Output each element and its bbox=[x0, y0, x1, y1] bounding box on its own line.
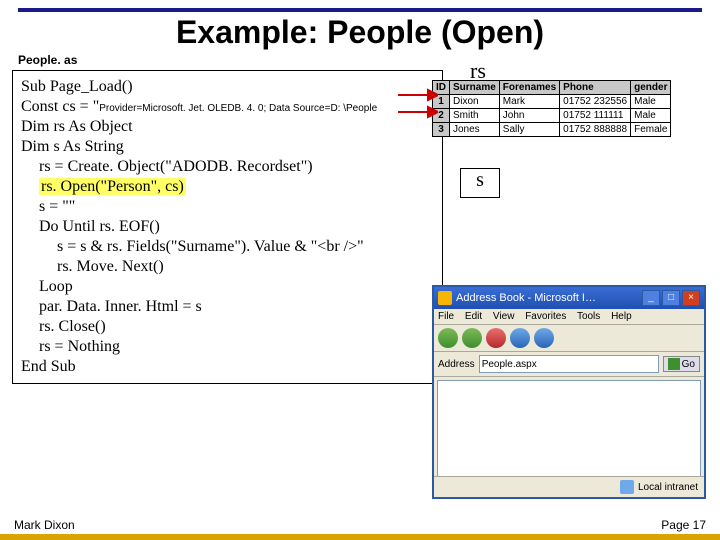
refresh-button[interactable] bbox=[510, 328, 530, 348]
th-gender: gender bbox=[631, 81, 671, 95]
address-input[interactable] bbox=[479, 355, 659, 373]
code-line: rs = Nothing bbox=[21, 337, 436, 357]
address-label: Address bbox=[438, 359, 475, 370]
code-box: Sub Page_Load() Const cs = "Provider=Mic… bbox=[12, 70, 443, 384]
zone-icon bbox=[620, 480, 634, 494]
address-bar-row: Address Go bbox=[434, 352, 704, 377]
code-line: Const cs = "Provider=Microsoft. Jet. OLE… bbox=[21, 97, 436, 117]
code-line: rs = Create. Object("ADODB. Recordset") bbox=[21, 157, 436, 177]
status-text: Local intranet bbox=[638, 482, 698, 493]
code-line: par. Data. Inner. Html = s bbox=[21, 297, 436, 317]
data-table: ID Surname Forenames Phone gender 1Dixon… bbox=[432, 80, 671, 137]
browser-menu[interactable]: File Edit View Favorites Tools Help bbox=[434, 309, 704, 325]
code-line: Loop bbox=[21, 277, 436, 297]
browser-window: Address Book - Microsoft I… _ □ × File E… bbox=[432, 285, 706, 499]
code-line: End Sub bbox=[21, 357, 436, 377]
arrow-icon bbox=[398, 88, 438, 102]
arrow-icon bbox=[398, 105, 438, 119]
table-row: 1DixonMark01752 232556Male bbox=[433, 95, 671, 109]
menu-file[interactable]: File bbox=[438, 311, 454, 322]
maximize-button[interactable]: □ bbox=[662, 290, 680, 306]
book-icon bbox=[438, 291, 452, 305]
menu-tools[interactable]: Tools bbox=[577, 311, 600, 322]
th-phone: Phone bbox=[560, 81, 631, 95]
back-button[interactable] bbox=[438, 328, 458, 348]
slide: Example: People (Open) People. aspx Sub … bbox=[0, 0, 720, 540]
browser-statusbar: Local intranet bbox=[434, 476, 704, 497]
table-row: 3JonesSally01752 888888Female bbox=[433, 123, 671, 137]
forward-button[interactable] bbox=[462, 328, 482, 348]
code-line: Do Until rs. EOF() bbox=[21, 217, 436, 237]
browser-titlebar: Address Book - Microsoft I… _ □ × bbox=[434, 287, 704, 309]
top-divider bbox=[18, 8, 702, 12]
code-line: Dim s As String bbox=[21, 137, 436, 157]
code-line: s = "" bbox=[21, 197, 436, 217]
go-button[interactable]: Go bbox=[663, 356, 700, 372]
s-label: s bbox=[460, 168, 500, 198]
browser-toolbar bbox=[434, 325, 704, 352]
code-line: rs. Open("Person", cs) bbox=[21, 177, 436, 197]
code-line: s = s & rs. Fields("Surname"). Value & "… bbox=[21, 237, 436, 257]
footer-author: Mark Dixon bbox=[14, 518, 75, 532]
footer-page: Page 17 bbox=[661, 518, 706, 532]
window-title: Address Book - Microsoft I… bbox=[456, 292, 596, 304]
menu-edit[interactable]: Edit bbox=[465, 311, 482, 322]
code-line: Sub Page_Load() bbox=[21, 77, 436, 97]
minimize-button[interactable]: _ bbox=[642, 290, 660, 306]
close-button[interactable]: × bbox=[682, 290, 700, 306]
menu-favorites[interactable]: Favorites bbox=[525, 311, 566, 322]
bottom-bar bbox=[0, 534, 720, 540]
go-icon bbox=[668, 358, 680, 370]
slide-title: Example: People (Open) bbox=[0, 14, 720, 51]
menu-view[interactable]: View bbox=[493, 311, 515, 322]
code-line: rs. Move. Next() bbox=[21, 257, 436, 277]
home-button[interactable] bbox=[534, 328, 554, 348]
code-line: Dim rs As Object bbox=[21, 117, 436, 137]
menu-help[interactable]: Help bbox=[611, 311, 632, 322]
code-line: rs. Close() bbox=[21, 317, 436, 337]
table-row: 2SmithJohn01752 111111Male bbox=[433, 109, 671, 123]
browser-viewport bbox=[437, 380, 701, 478]
th-surname: Surname bbox=[450, 81, 500, 95]
th-forenames: Forenames bbox=[499, 81, 559, 95]
stop-button[interactable] bbox=[486, 328, 506, 348]
